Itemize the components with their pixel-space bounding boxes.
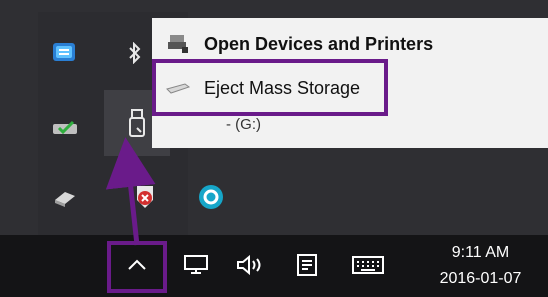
annotation-arrow	[105, 137, 156, 246]
